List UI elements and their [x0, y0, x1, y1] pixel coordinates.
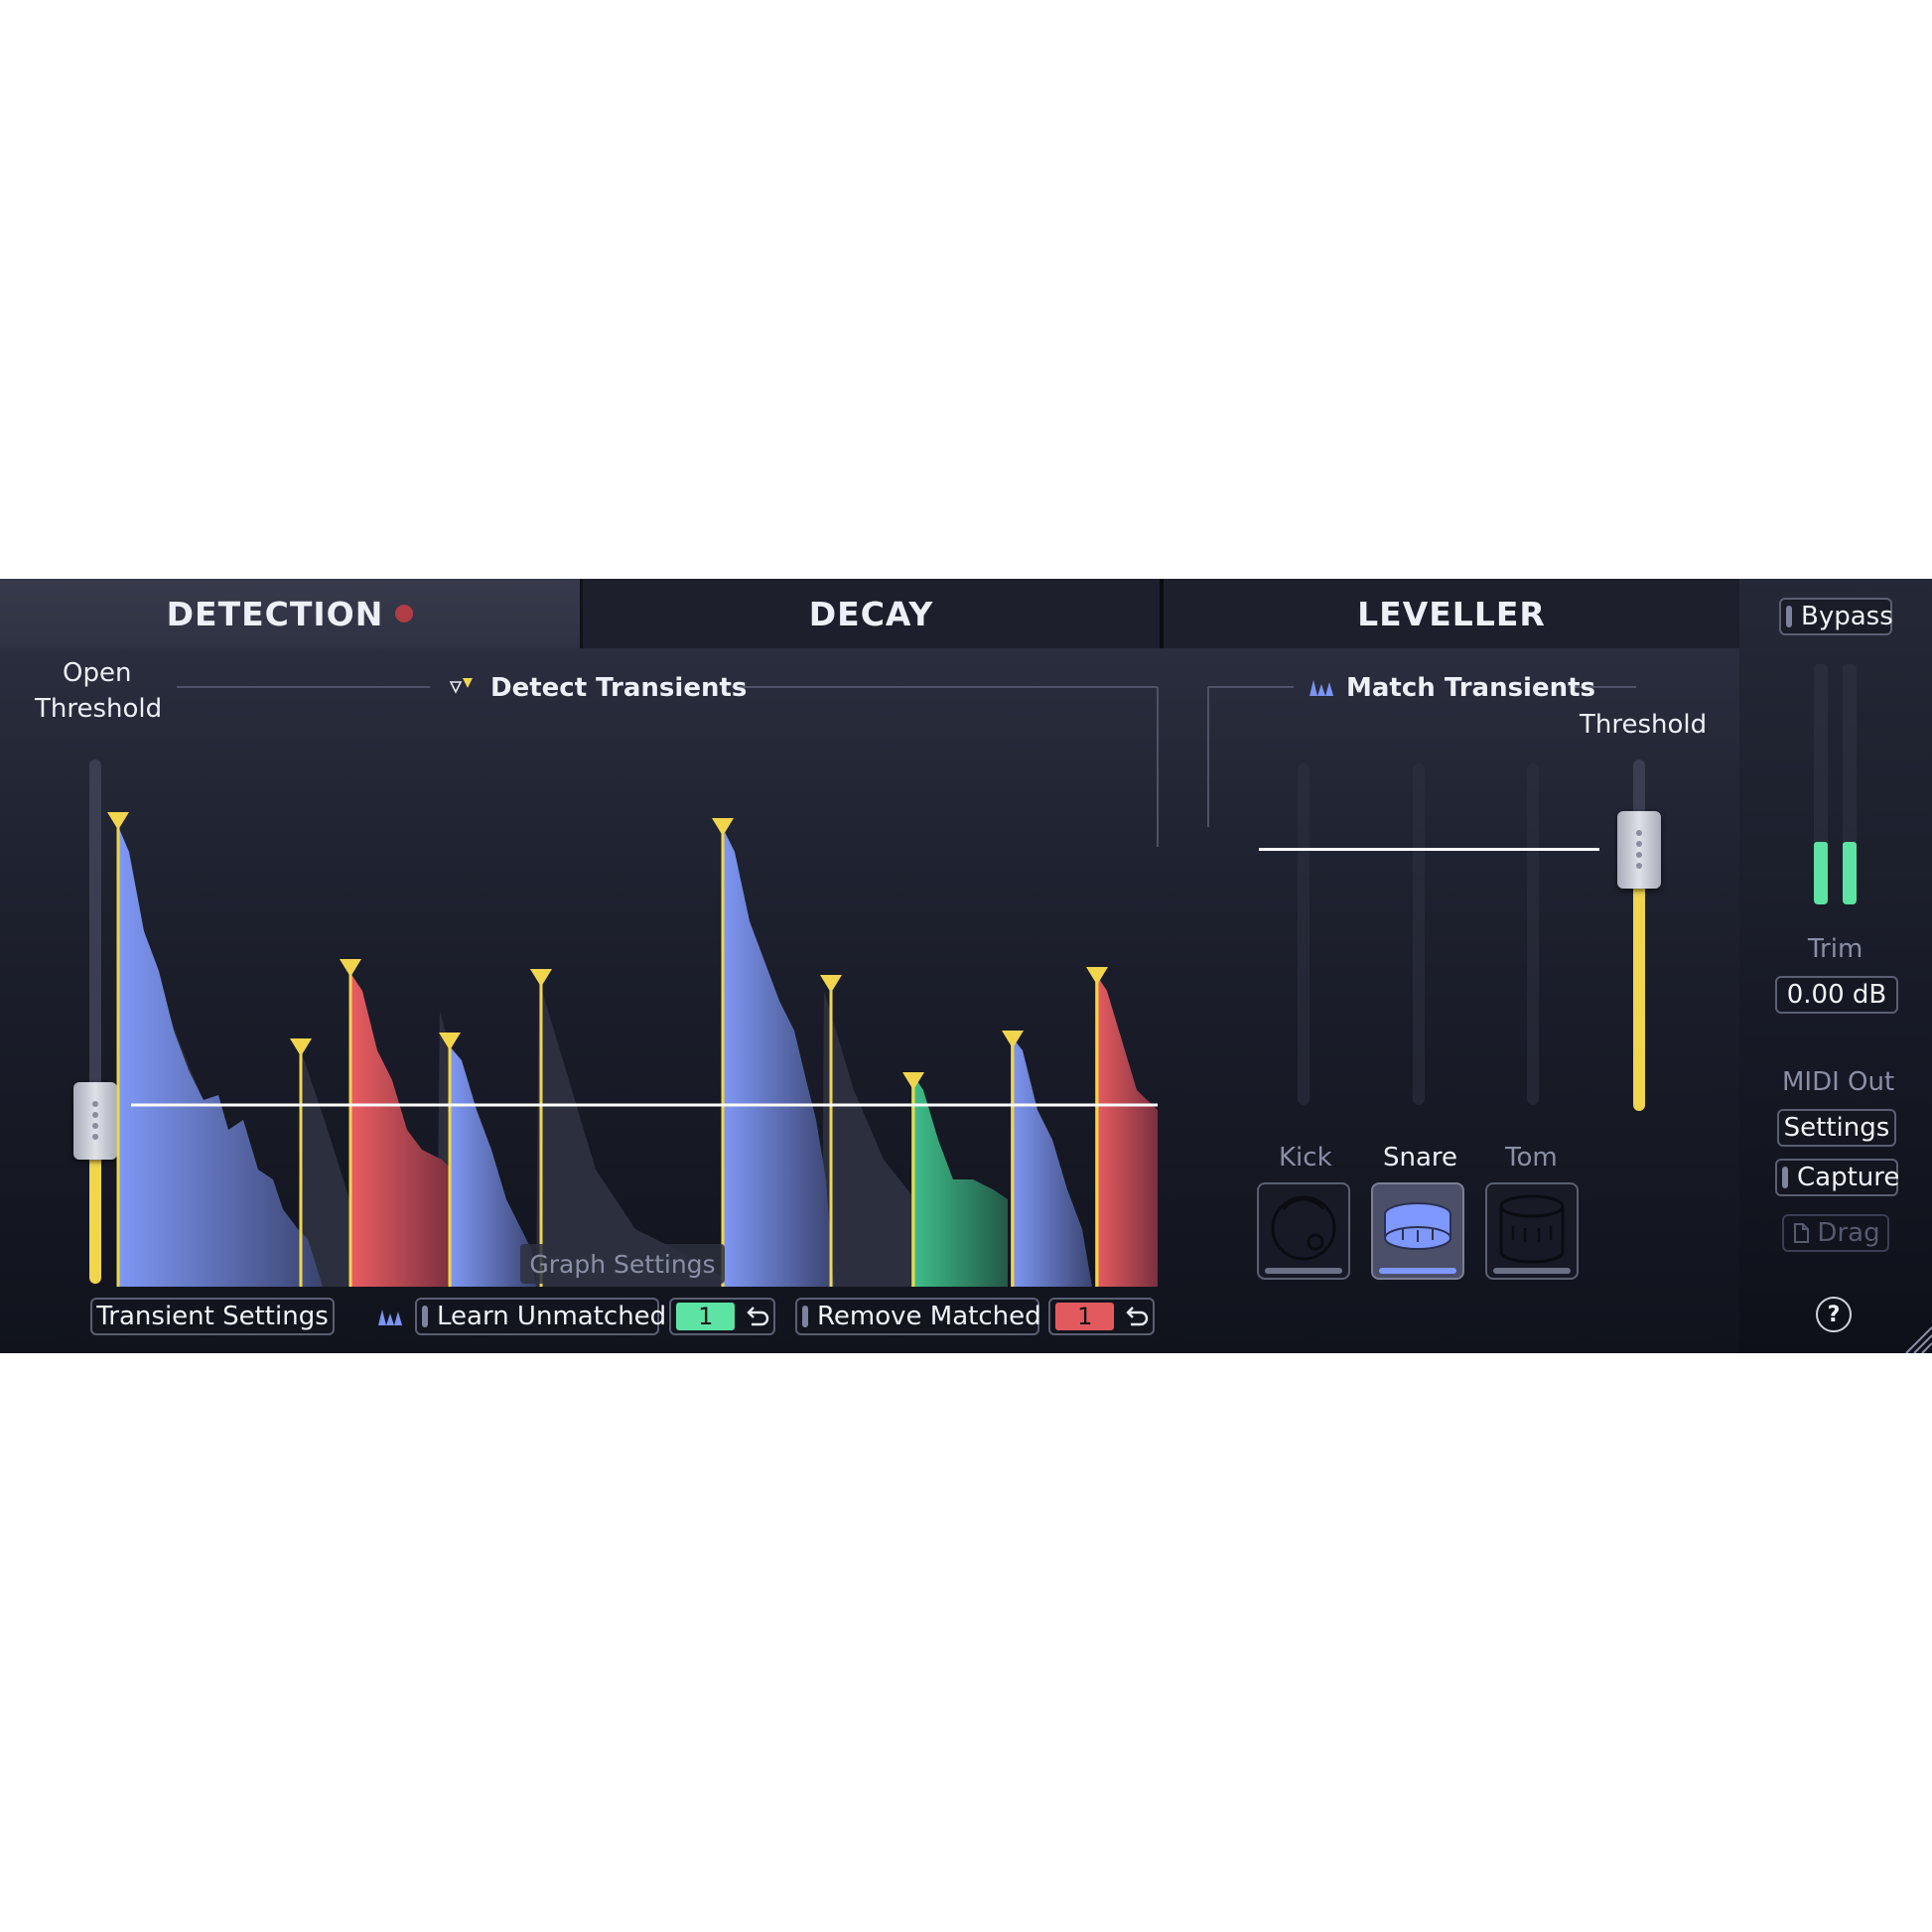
kick-level-track[interactable] — [1298, 763, 1310, 1105]
plugin-window: DETECTION DECAY LEVELLER Open Threshold … — [0, 579, 1932, 1353]
midi-capture-toggle[interactable]: Capture — [1775, 1159, 1900, 1196]
remove-matched-toggle[interactable]: Remove Matched — [795, 1298, 1041, 1335]
side-panel: Bypass Trim 0.00 dB MIDI Out Settings Ca… — [1739, 579, 1932, 1353]
remove-matched-counter[interactable]: 1 — [1048, 1298, 1155, 1335]
undo-icon[interactable] — [739, 1306, 773, 1327]
match-transients-label: Match Transients — [1346, 673, 1596, 703]
transient-settings-button[interactable]: Transient Settings — [90, 1298, 335, 1335]
output-meter-right — [1843, 664, 1857, 904]
midi-drag-label: Drag — [1817, 1218, 1880, 1248]
transient-region-2 — [350, 973, 452, 1287]
tom-level-track[interactable] — [1527, 763, 1539, 1105]
remove-matched-count: 1 — [1055, 1303, 1115, 1330]
resize-handle-icon[interactable] — [1902, 1323, 1932, 1353]
transient-region-7 — [1095, 973, 1158, 1287]
leveller-threshold-fill — [1633, 877, 1645, 1111]
kick-drum-icon — [1271, 1195, 1336, 1261]
drum-label-kick: Kick — [1279, 1143, 1332, 1173]
help-icon: ? — [1827, 1302, 1841, 1327]
bypass-label: Bypass — [1801, 602, 1893, 631]
drum-label-snare: Snare — [1383, 1143, 1458, 1173]
trim-value: 0.00 dB — [1786, 980, 1887, 1010]
output-meter-left-level — [1814, 842, 1828, 904]
snare-drum-indicator — [1379, 1268, 1456, 1274]
output-meter-left — [1814, 664, 1828, 904]
kick-drum-button[interactable] — [1257, 1182, 1350, 1280]
snare-level-track[interactable] — [1413, 763, 1425, 1105]
trim-value-field[interactable]: 0.00 dB — [1775, 976, 1898, 1014]
drum-label-tom: Tom — [1505, 1143, 1558, 1173]
transient-marker-icon — [449, 678, 473, 694]
midi-settings-button[interactable]: Settings — [1777, 1109, 1896, 1147]
tom-drum-button[interactable] — [1485, 1182, 1579, 1280]
midi-capture-label: Capture — [1797, 1163, 1900, 1192]
snare-drum-button[interactable] — [1371, 1182, 1464, 1280]
tom-drum-indicator — [1493, 1268, 1571, 1274]
transient-region-4 — [723, 828, 834, 1287]
tom-drum-icon — [1499, 1194, 1565, 1264]
transient-region-1 — [117, 824, 323, 1287]
leveller-threshold-label: Threshold — [1580, 710, 1708, 740]
match-transients-icon — [1310, 680, 1333, 696]
transient-region-6 — [1011, 1035, 1092, 1287]
midi-out-label: MIDI Out — [1782, 1067, 1895, 1097]
kick-drum-indicator — [1265, 1268, 1342, 1274]
leveller-threshold-line[interactable] — [1259, 848, 1599, 851]
midi-settings-label: Settings — [1783, 1113, 1890, 1143]
undo-icon[interactable] — [1118, 1306, 1153, 1327]
transient-graph[interactable] — [99, 812, 1158, 1287]
snare-drum-icon — [1384, 1202, 1451, 1250]
bypass-toggle[interactable]: Bypass — [1779, 598, 1893, 635]
trim-label: Trim — [1808, 934, 1863, 964]
file-icon — [1794, 1223, 1810, 1243]
detect-transients-label: Detect Transients — [490, 673, 748, 703]
output-meter-right-level — [1843, 842, 1857, 904]
graph-settings-label: Graph Settings — [529, 1249, 716, 1279]
help-button[interactable]: ? — [1816, 1297, 1852, 1332]
grip-dots-icon — [1636, 830, 1642, 869]
midi-drag-button[interactable]: Drag — [1782, 1214, 1889, 1252]
main-area: DETECTION DECAY LEVELLER Open Threshold … — [0, 579, 1739, 1353]
learn-unmatched-counter[interactable]: 1 — [669, 1298, 775, 1335]
graph-settings-button[interactable]: Graph Settings — [520, 1244, 725, 1284]
leveller-threshold-handle[interactable] — [1617, 811, 1661, 889]
remove-matched-label: Remove Matched — [817, 1302, 1041, 1331]
learn-unmatched-count: 1 — [676, 1303, 736, 1330]
transient-settings-label: Transient Settings — [96, 1302, 329, 1331]
match-transients-icon — [378, 1310, 402, 1325]
learn-unmatched-label: Learn Unmatched — [437, 1302, 667, 1331]
learn-unmatched-toggle[interactable]: Learn Unmatched — [415, 1298, 666, 1335]
